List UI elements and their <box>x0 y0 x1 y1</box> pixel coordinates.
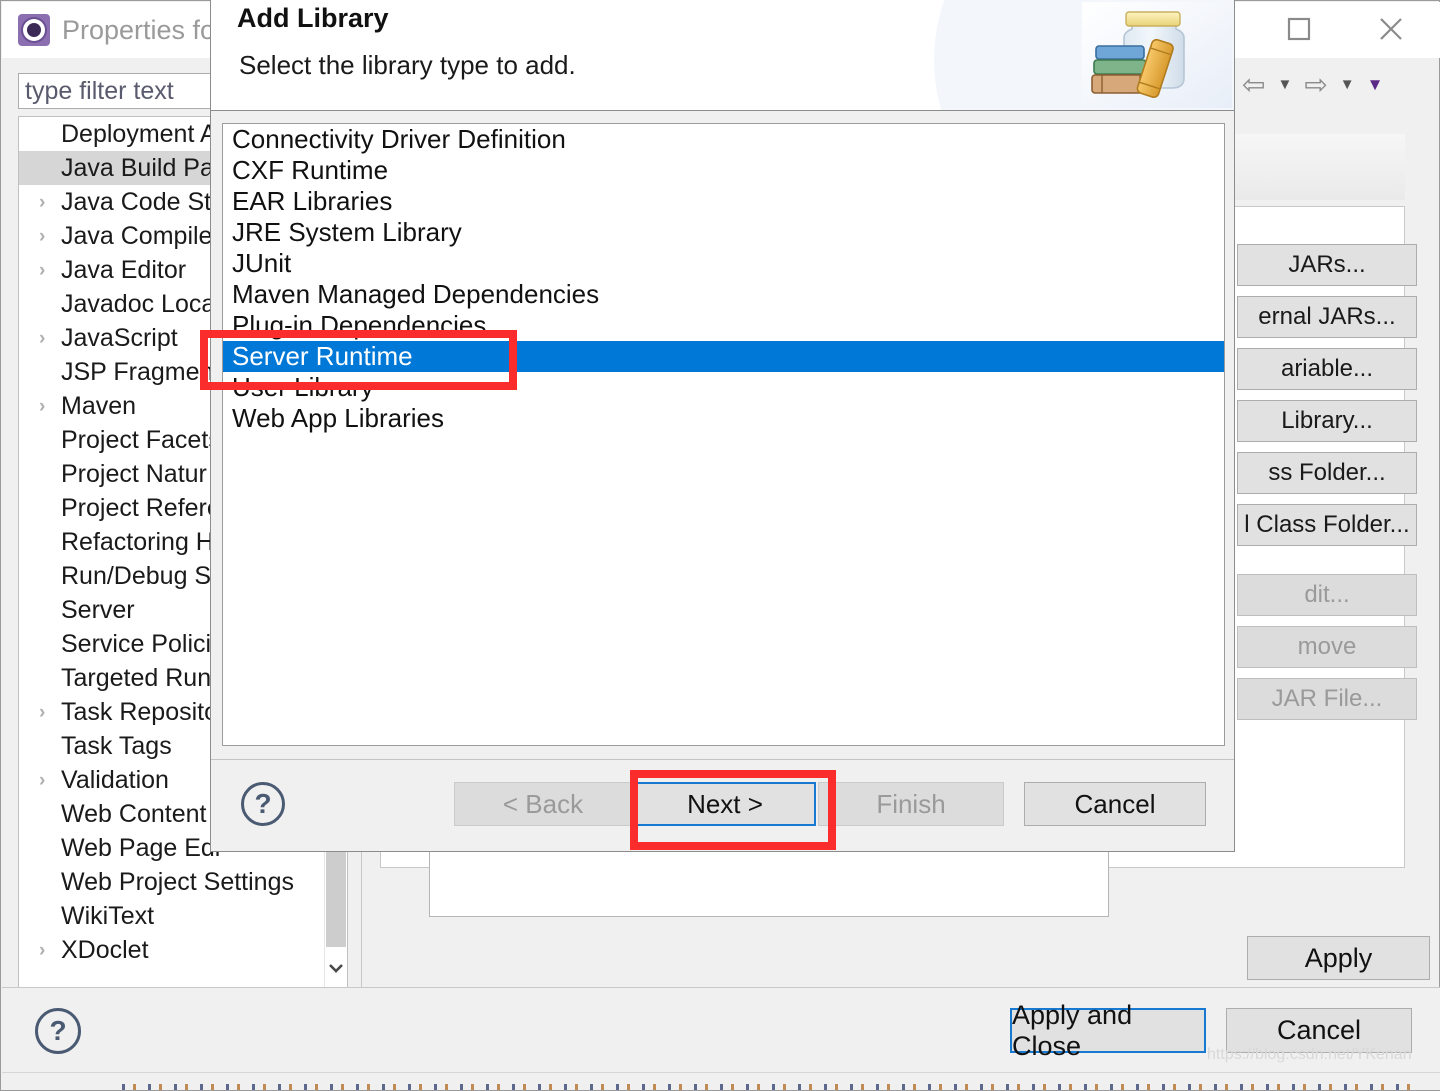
next-button[interactable]: Next > <box>634 782 816 826</box>
help-icon[interactable]: ? <box>35 1008 81 1054</box>
chevron-right-icon[interactable]: › <box>39 703 61 722</box>
finish-button: Finish <box>818 782 1004 826</box>
build-path-button-2[interactable]: ariable... <box>1237 348 1417 390</box>
sidebar-item-label: Java Build Pat <box>61 153 221 182</box>
dialog-title: Add Library <box>237 3 389 33</box>
forward-dropdown-icon[interactable]: ▼ <box>1340 76 1355 93</box>
sidebar-item-label: Java Editor <box>61 255 187 284</box>
build-path-button-7: move <box>1237 626 1417 668</box>
sidebar-item-label: JSP Fragment <box>61 357 221 386</box>
sidebar-item-label: Project Natur <box>61 459 207 488</box>
gear-icon <box>18 14 50 46</box>
dialog-cancel-button[interactable]: Cancel <box>1024 782 1206 826</box>
build-path-button-6: dit... <box>1237 574 1417 616</box>
chevron-right-icon[interactable]: › <box>39 329 61 348</box>
list-item[interactable]: Maven Managed Dependencies <box>223 279 1224 310</box>
build-path-button-1[interactable]: ernal JARs... <box>1237 296 1417 338</box>
sidebar-item-label: Maven <box>61 391 137 420</box>
menu-dropdown-icon[interactable]: ▼ <box>1367 75 1384 95</box>
build-path-button-4[interactable]: ss Folder... <box>1237 452 1417 494</box>
dialog-subtitle: Select the library type to add. <box>239 50 576 80</box>
chevron-right-icon[interactable]: › <box>39 261 61 280</box>
dialog-footer: ? < Back Next > Finish Cancel <box>211 759 1234 851</box>
navigation-toolbar[interactable]: ⇦ ▼ ⇨ ▼ ▼ <box>1242 68 1383 101</box>
list-item[interactable]: Web App Libraries <box>223 403 1224 434</box>
chevron-right-icon[interactable]: › <box>39 771 61 790</box>
sidebar-item-label: Javadoc Locat <box>61 289 223 318</box>
sidebar-item-web-project-settings[interactable]: ›Web Project Settings <box>19 865 325 899</box>
sidebar-item-label: Run/Debug S <box>61 561 212 590</box>
sidebar-item-wikitext[interactable]: ›WikiText <box>19 899 325 933</box>
apply-button[interactable]: Apply <box>1247 936 1430 980</box>
sidebar-item-label: Refactoring H <box>61 527 214 556</box>
background-sliver <box>2 1072 1440 1090</box>
chevron-right-icon[interactable]: › <box>39 397 61 416</box>
list-item[interactable]: Plug-in Dependencies <box>223 310 1224 341</box>
sidebar-item-label: Web Page Edi <box>61 833 221 862</box>
list-item[interactable]: CXF Runtime <box>223 155 1224 186</box>
sidebar-item-label: Java Code Sty <box>61 187 224 216</box>
list-item[interactable]: Server Runtime <box>223 341 1224 372</box>
library-type-list[interactable]: Connectivity Driver Definition CXF Runtim… <box>222 123 1225 746</box>
sidebar-item-label: Deployment A <box>61 119 217 148</box>
forward-arrow-icon[interactable]: ⇨ <box>1304 68 1327 101</box>
sidebar-item-label: Web Project Settings <box>61 867 294 896</box>
sidebar-item-label: Validation <box>61 765 169 794</box>
back-button: < Back <box>454 782 632 826</box>
list-item[interactable]: JRE System Library <box>223 217 1224 248</box>
build-path-button-5[interactable]: l Class Folder... <box>1237 504 1417 546</box>
build-path-button-8: JAR File... <box>1237 678 1417 720</box>
sidebar-item-label: Server <box>61 595 135 624</box>
back-dropdown-icon[interactable]: ▼ <box>1277 76 1292 93</box>
build-path-button-column: JARs... ernal JARs... ariable... Library...… <box>1237 244 1417 730</box>
sidebar-item-label: Web Content <box>61 799 207 828</box>
build-path-button-3[interactable]: Library... <box>1237 400 1417 442</box>
sidebar-item-label: Service Policie <box>61 629 225 658</box>
properties-bottom-bar: ? Apply and Close Cancel https://blog.cs… <box>2 987 1440 1072</box>
sidebar-item-label: JavaScript <box>61 323 178 352</box>
chevron-down-icon[interactable] <box>326 951 346 985</box>
build-path-detail-box <box>429 847 1109 917</box>
list-item[interactable]: User Library <box>223 372 1224 403</box>
tree-scrollbar-thumb[interactable] <box>326 849 346 947</box>
sidebar-item-label: XDoclet <box>61 935 149 964</box>
sidebar-item-xdoclet[interactable]: › XDoclet <box>19 933 325 967</box>
chevron-right-icon[interactable]: › <box>39 941 61 960</box>
close-icon[interactable] <box>1367 5 1415 53</box>
build-path-button-0[interactable]: JARs... <box>1237 244 1417 286</box>
watermark: https://blog.csdn.net/YKenan <box>1207 1046 1412 1063</box>
properties-window-title: Properties for <box>62 14 225 45</box>
back-arrow-icon[interactable]: ⇦ <box>1242 68 1265 101</box>
chevron-right-icon[interactable]: › <box>39 227 61 246</box>
sidebar-item-label: Java Compiler <box>61 221 221 250</box>
sidebar-item-label: Project Facets <box>61 425 221 454</box>
list-item[interactable]: EAR Libraries <box>223 186 1224 217</box>
maximize-icon[interactable] <box>1275 5 1323 53</box>
dialog-header: Add Library Select the library type to a… <box>211 0 1234 111</box>
sidebar-item-label: Targeted Run <box>61 663 212 692</box>
sidebar-item-label: Task Reposito <box>61 697 219 726</box>
sidebar-item-label: Task Tags <box>61 731 172 760</box>
add-library-dialog: Add Library Select the library type to a… <box>210 0 1235 852</box>
sidebar-item-label: WikiText <box>61 901 155 930</box>
background-text-sliver <box>122 1084 1422 1090</box>
chevron-right-icon[interactable]: › <box>39 193 61 212</box>
list-item[interactable]: JUnit <box>223 248 1224 279</box>
apply-and-close-button[interactable]: Apply and Close <box>1010 1000 1206 1061</box>
jar-with-books-icon <box>1082 2 1232 108</box>
list-item[interactable]: Connectivity Driver Definition <box>223 124 1224 155</box>
sidebar-item-label: Project Refere <box>61 493 221 522</box>
dialog-footer-buttons: < Back Next > Finish Cancel <box>211 759 1236 851</box>
